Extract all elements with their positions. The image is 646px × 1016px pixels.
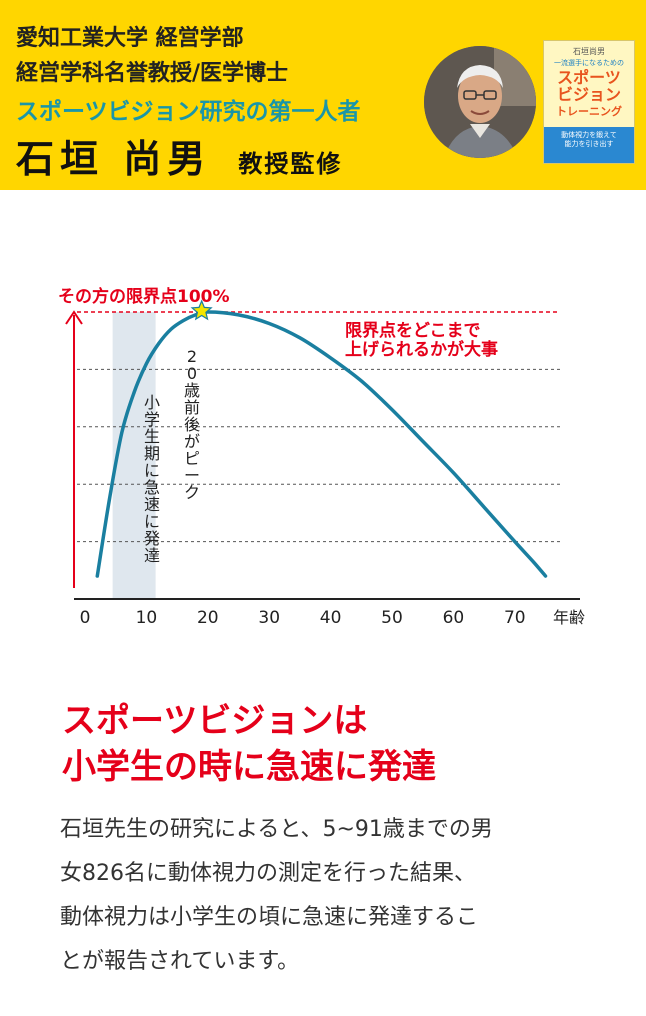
header-banner: 愛知工業大学 経営学部 経営学科名誉教授/医学博士 スポーツビジョン研究の第一人…: [0, 0, 646, 190]
x-tick-label: 40: [320, 608, 342, 628]
book-band: 動体視力を鍛えて 能力を引き出す: [544, 127, 634, 163]
affiliation-line: 愛知工業大学 経営学部: [16, 26, 244, 51]
x-tick-label: 20: [197, 608, 219, 628]
x-axis-label: 年齢: [553, 608, 585, 627]
book-title-line: スポーツ: [557, 68, 621, 87]
supervisor-role: 教授監修: [238, 150, 343, 178]
book-title: スポーツ ビジョン トレーニング: [546, 69, 632, 120]
x-tick-label: 60: [443, 608, 465, 628]
book-band-text: 動体視力を鍛えて 能力を引き出す: [547, 131, 631, 149]
research-description: 石垣先生の研究によると、5~91歳までの男 女826名に動体視力の測定を行った結…: [60, 808, 600, 984]
x-tick-label: 0: [80, 608, 91, 628]
limit-label: その方の限界点100%: [58, 286, 230, 307]
book-band-line: 能力を引き出す: [564, 140, 614, 148]
x-tick-label: 30: [258, 608, 280, 628]
section-heading: スポーツビジョンは 小学生の時に急速に発達: [62, 698, 622, 790]
x-tick-label: 10: [136, 608, 158, 628]
x-tick-label: 50: [381, 608, 403, 628]
childhood-label-char: 達: [144, 546, 160, 565]
tagline: スポーツビジョン研究の第一人者: [16, 99, 361, 125]
book-title-line: ビジョン: [556, 85, 621, 104]
supervisor-name-row: 石垣 尚男 教授監修: [16, 128, 342, 183]
portrait-illustration: [424, 46, 536, 158]
annotation-line: 限界点をどこまで: [345, 320, 481, 341]
vision-development-chart: その方の限界点100%0 10 20 30 40 50 60 70 年齢小学生期に急速に発達20…: [58, 286, 585, 628]
body-line: 石垣先生の研究によると、5~91歳までの男: [60, 817, 493, 842]
body-line: 女826名に動体視力の測定を行った結果、: [60, 861, 476, 886]
body-line: 動体視力は小学生の頃に急速に発達するこ: [60, 905, 479, 930]
x-tick-label: 70: [504, 608, 526, 628]
professor-portrait: [424, 46, 536, 158]
book-title-line: トレーニング: [556, 105, 622, 118]
heading-line: 小学生の時に急速に発達: [62, 747, 436, 787]
book-band-line: 動体視力を鍛えて: [561, 131, 617, 139]
book-subtitle: 一流選手になるための: [554, 59, 624, 67]
book-cover: 石垣尚男 一流選手になるための スポーツ ビジョン トレーニング 動体視力を鍛え…: [543, 40, 635, 164]
body-line: とが報告されています。: [60, 949, 300, 974]
title-line: 経営学科名誉教授/医学博士: [16, 61, 289, 86]
book-author: 石垣尚男: [573, 47, 605, 56]
peak-label-char: ク: [184, 483, 200, 502]
annotation-line: 上げられるかが大事: [345, 339, 498, 360]
heading-line: スポーツビジョンは: [62, 701, 368, 741]
supervisor-name: 石垣 尚男: [16, 137, 212, 181]
